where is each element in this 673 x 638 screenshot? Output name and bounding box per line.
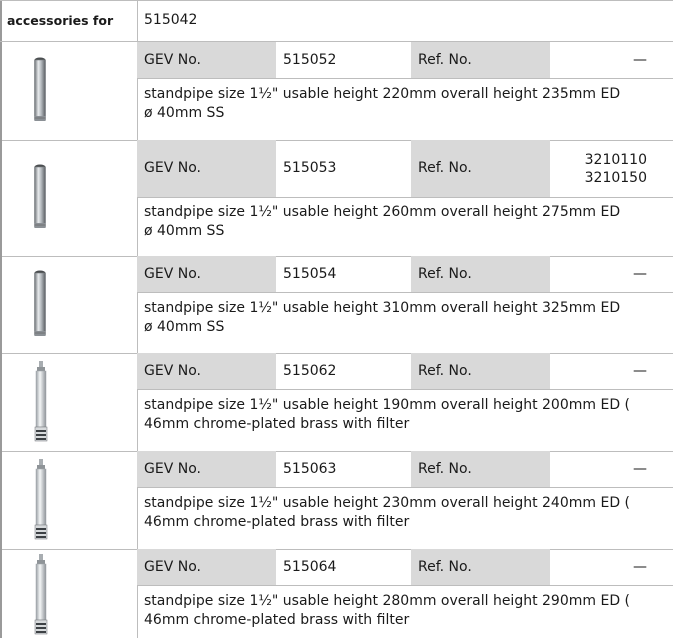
gev-number: 515062 — [283, 363, 337, 379]
row-header: GEV No. 515053 Ref. No. 3210110 3210150 — [137, 140, 673, 197]
row-header: GEV No. 515052 Ref. No. — — [137, 42, 673, 78]
table-row: GEV No. 515054 Ref. No. — standpipe size… — [0, 256, 673, 354]
ref-number: — — [633, 363, 647, 379]
filter-pipe-icon — [33, 554, 49, 638]
gev-number: 515053 — [283, 160, 337, 176]
item-description: standpipe size 1½" usable height 310mm o… — [144, 299, 673, 337]
description-line-1: standpipe size 1½" usable height 260mm o… — [144, 204, 621, 220]
item-description: standpipe size 1½" usable height 220mm o… — [144, 85, 673, 123]
item-description: standpipe size 1½" usable height 260mm o… — [144, 203, 673, 241]
gev-number: 515063 — [283, 461, 337, 477]
ref-number: — — [633, 52, 647, 68]
description-line-1: standpipe size 1½" usable height 190mm o… — [144, 397, 631, 413]
gev-label: GEV No. — [137, 140, 276, 197]
gev-label: GEV No. — [137, 42, 276, 78]
gev-number: 515052 — [283, 52, 337, 68]
table-row: GEV No. 515062 Ref. No. — standpipe size… — [0, 353, 673, 452]
table-header-row: accessories for 515042 — [0, 0, 673, 42]
row-header: GEV No. 515064 Ref. No. — — [137, 549, 673, 585]
plain-pipe-icon — [33, 57, 47, 129]
ref-number: — — [633, 461, 647, 477]
description-line-1: standpipe size 1½" usable height 230mm o… — [144, 495, 631, 511]
description-line-2: ø 40mm SS — [144, 319, 225, 335]
ref-number: — — [633, 559, 647, 575]
row-inner-divider — [137, 585, 673, 586]
row-header: GEV No. 515054 Ref. No. — — [137, 256, 673, 292]
gev-label: GEV No. — [137, 451, 276, 487]
ref-number: 3210110 3210150 — [584, 152, 647, 186]
ref-label: Ref. No. — [411, 451, 550, 487]
plain-pipe-icon — [33, 270, 47, 344]
description-line-1: standpipe size 1½" usable height 220mm o… — [144, 86, 621, 102]
ref-label: Ref. No. — [411, 42, 550, 78]
gev-label: GEV No. — [137, 549, 276, 585]
description-line-2: 46mm chrome-plated brass with filter — [144, 514, 410, 530]
table-row: GEV No. 515063 Ref. No. — standpipe size… — [0, 451, 673, 550]
description-line-2: 46mm chrome-plated brass with filter — [144, 416, 410, 432]
header-divider — [137, 0, 138, 42]
description-line-2: ø 40mm SS — [144, 223, 225, 239]
filter-pipe-icon — [33, 361, 49, 447]
gev-number: 515054 — [283, 266, 337, 282]
row-header: GEV No. 515063 Ref. No. — — [137, 451, 673, 487]
table-row: GEV No. 515053 Ref. No. 3210110 3210150 … — [0, 140, 673, 257]
description-line-1: standpipe size 1½" usable height 280mm o… — [144, 593, 631, 609]
row-inner-divider — [137, 487, 673, 488]
ref-label: Ref. No. — [411, 256, 550, 292]
row-inner-divider — [137, 292, 673, 293]
item-description: standpipe size 1½" usable height 280mm o… — [144, 592, 673, 630]
gev-label: GEV No. — [137, 256, 276, 292]
row-header: GEV No. 515062 Ref. No. — — [137, 353, 673, 389]
filter-pipe-icon — [33, 459, 49, 545]
ref-label: Ref. No. — [411, 353, 550, 389]
accessories-table: accessories for 515042 GEV No. 515052 Re… — [0, 0, 673, 638]
description-line-2: 46mm chrome-plated brass with filter — [144, 612, 410, 628]
row-inner-divider — [137, 78, 673, 79]
row-inner-divider — [137, 389, 673, 390]
accessories-for-value: 515042 — [144, 12, 198, 28]
gev-number: 515064 — [283, 559, 337, 575]
description-line-2: ø 40mm SS — [144, 105, 225, 121]
row-inner-divider — [137, 197, 673, 198]
description-line-1: standpipe size 1½" usable height 310mm o… — [144, 300, 621, 316]
plain-pipe-icon — [33, 164, 47, 236]
table-row: GEV No. 515064 Ref. No. — standpipe size… — [0, 549, 673, 638]
accessories-for-label: accessories for — [7, 13, 114, 28]
ref-number: — — [633, 266, 647, 282]
ref-label: Ref. No. — [411, 140, 550, 197]
ref-label: Ref. No. — [411, 549, 550, 585]
table-row: GEV No. 515052 Ref. No. — standpipe size… — [0, 42, 673, 141]
item-description: standpipe size 1½" usable height 230mm o… — [144, 494, 673, 532]
item-description: standpipe size 1½" usable height 190mm o… — [144, 396, 673, 434]
gev-label: GEV No. — [137, 353, 276, 389]
